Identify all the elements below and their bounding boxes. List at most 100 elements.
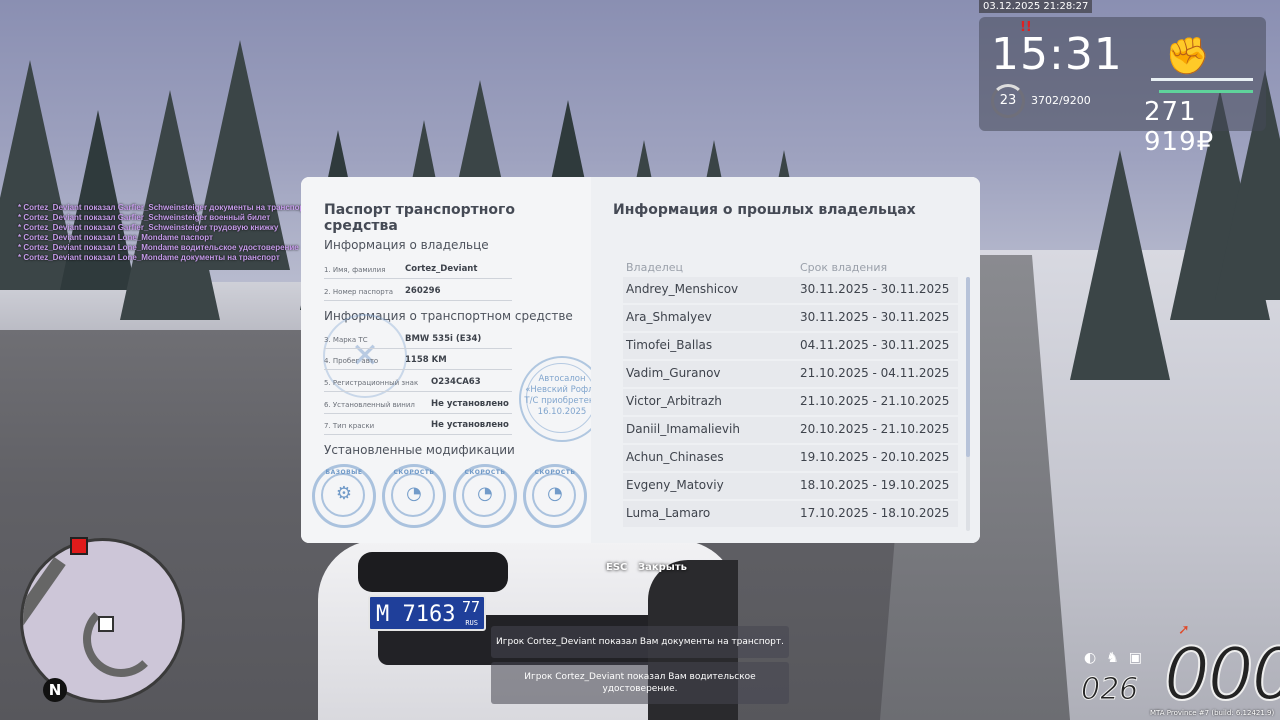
chat-log: * Cortez_Deviant показал Garfier_Schwein… [18, 203, 308, 263]
mod-stamp-speed: СКОРОСТЬ ◔ [453, 464, 517, 528]
table-row[interactable]: Ara_Shmalyev 30.11.2025 - 30.11.2025 [623, 305, 958, 331]
owner-name: Luma_Lamaro [626, 506, 711, 520]
mods-section-title: Установленные модификации [324, 443, 515, 457]
vehicle-passport-dialog: Паспорт транспортного средства Информаци… [301, 177, 980, 543]
esc-key-hint[interactable]: ESC [606, 562, 627, 573]
passport-panel: Паспорт транспортного средства Информаци… [301, 177, 605, 543]
car-grille [358, 552, 508, 592]
ownership-period: 21.10.2025 - 21.10.2025 [800, 394, 950, 408]
ownership-period: 20.10.2025 - 21.10.2025 [800, 422, 950, 436]
mod-stamp-basic: БАЗОВЫЕ ⚙ [312, 464, 376, 528]
mod-label: СКОРОСТЬ [464, 469, 506, 476]
registration-row: 5. Регистрационный знак О234СА63 [324, 377, 512, 392]
armor-bar [1159, 90, 1253, 93]
notification: Игрок Cortez_Deviant показал Вам докумен… [491, 626, 789, 658]
chat-line: * Cortez_Deviant показал Lone_Mondame до… [18, 253, 280, 262]
ownership-period: 19.10.2025 - 20.10.2025 [800, 450, 950, 464]
table-row[interactable]: Andrey_Menshicov 30.11.2025 - 30.11.2025 [623, 277, 958, 303]
vehicle-model-row: 3. Марка ТС BMW 535i (E34) [324, 334, 512, 349]
vehicle-status-icons: ◐ ♞ ▣ [1084, 650, 1152, 666]
player-hud: !! 15:31 23 3702/9200 ✊ 271 919₽ [979, 17, 1266, 157]
paint-value: Не установлено [431, 420, 509, 430]
owner-name: Victor_Arbitrazh [626, 394, 722, 408]
notification: Игрок Cortez_Deviant показал Вам водител… [491, 662, 789, 704]
speed-readout: 000 [1163, 631, 1280, 717]
vehicle-model-value: BMW 535i (E34) [405, 334, 482, 344]
mileage-value: 1158 KM [405, 355, 447, 365]
owner-name: Ara_Shmalyev [626, 310, 712, 324]
minimap-road [83, 601, 159, 677]
table-row[interactable]: Evgeny_Matoviy 18.10.2025 - 19.10.2025 [623, 473, 958, 499]
table-row[interactable]: Victor_Arbitrazh 21.10.2025 - 21.10.2025 [623, 389, 958, 415]
health-bar [1151, 78, 1253, 81]
table-row[interactable]: Vadim_Guranov 21.10.2025 - 04.11.2025 [623, 361, 958, 387]
column-header-period: Срок владения [800, 261, 888, 274]
row-label: 7. Тип краски [324, 422, 375, 430]
passport-number-value: 260296 [405, 286, 441, 296]
build-info: MTA Province #7 (build: 6.12421.9) [1150, 709, 1275, 717]
owner-name-row: 1. Имя, фамилия Cortez_Deviant [324, 264, 512, 279]
north-indicator: N [43, 678, 67, 702]
table-row[interactable]: Timofei_Ballas 04.11.2025 - 30.11.2025 [623, 333, 958, 359]
table-row[interactable]: Luma_Lamaro 17.10.2025 - 18.10.2025 [623, 501, 958, 527]
speedometer-icon: ◔ [406, 483, 422, 504]
owner-name: Achun_Chinases [626, 450, 724, 464]
gear-icon: ⚙ [335, 483, 353, 504]
owners-title: Информация о прошлых владельцах [613, 202, 916, 218]
chat-line: * Cortez_Deviant показал Garfier_Schwein… [18, 203, 309, 212]
headlights-icon: ◐ [1084, 650, 1101, 666]
owner-name: Timofei_Ballas [626, 338, 713, 352]
minimap [20, 538, 185, 703]
plate-country: RUS [465, 619, 478, 627]
owner-name: Vadim_Guranov [626, 366, 721, 380]
chat-line: * Cortez_Deviant показал Lone_Mondame па… [18, 233, 213, 242]
passport-number-row: 2. Номер паспорта 260296 [324, 286, 512, 301]
tree [1070, 150, 1170, 380]
owner-section-title: Информация о владельце [324, 238, 489, 252]
paint-row: 7. Тип краски Не установлено [324, 420, 512, 435]
plate-number: М 7163 [376, 602, 456, 627]
row-label: 3. Марка ТС [324, 336, 368, 344]
chat-line: * Cortez_Deviant показал Garfier_Schwein… [18, 213, 271, 222]
chat-line: * Cortez_Deviant показал Lone_Mondame во… [18, 243, 299, 252]
engine-icon: ▣ [1128, 650, 1147, 666]
owner-name: Evgeny_Matoviy [626, 478, 724, 492]
money-balance: 271 919₽ [1144, 97, 1215, 157]
row-label: 5. Регистрационный знак [324, 379, 419, 387]
owner-name: Andrey_Menshicov [626, 282, 739, 296]
owners-scrollbar[interactable] [966, 277, 970, 531]
row-label: 1. Имя, фамилия [324, 266, 386, 274]
seatbelt-icon: ♞ [1106, 650, 1123, 666]
level-indicator: 23 [991, 84, 1025, 118]
row-label: 6. Установленный винил [324, 401, 415, 409]
player-marker-icon [98, 616, 114, 632]
fist-icon: ✊ [1165, 36, 1210, 77]
ownership-period: 04.11.2025 - 30.11.2025 [800, 338, 950, 352]
ownership-period: 17.10.2025 - 18.10.2025 [800, 506, 950, 520]
mileage-row: 4. Пробег авто 1158 KM [324, 355, 512, 370]
row-label: 4. Пробег авто [324, 357, 379, 365]
speedometer-icon: ◔ [477, 483, 493, 504]
vinyl-row: 6. Установленный винил Не установлено [324, 399, 512, 414]
fuel-readout: 026 [1080, 672, 1139, 708]
owner-name: Daniil_Imamalievih [626, 422, 740, 436]
plate-region: 77 [461, 598, 480, 616]
mod-stamp-speed: СКОРОСТЬ ◔ [523, 464, 587, 528]
waypoint-marker-icon [70, 537, 88, 555]
license-plate: М 7163 77 RUS [368, 595, 486, 631]
row-label: 2. Номер паспорта [324, 288, 394, 296]
scrollbar-thumb[interactable] [966, 277, 970, 457]
game-time: 15:31 [991, 29, 1123, 80]
close-button[interactable]: Закрыть [638, 562, 687, 573]
registration-value: О234СА63 [431, 377, 481, 387]
ownership-period: 21.10.2025 - 04.11.2025 [800, 366, 950, 380]
server-datetime: 03.12.2025 21:28:27 [979, 0, 1093, 13]
ownership-period: 18.10.2025 - 19.10.2025 [800, 478, 950, 492]
experience-counter: 3702/9200 [1031, 94, 1091, 107]
table-row[interactable]: Achun_Chinases 19.10.2025 - 20.10.2025 [623, 445, 958, 471]
ownership-period: 30.11.2025 - 30.11.2025 [800, 282, 950, 296]
mod-label: БАЗОВЫЕ [325, 469, 363, 476]
owner-name-value: Cortez_Deviant [405, 264, 478, 274]
table-row[interactable]: Daniil_Imamalievih 20.10.2025 - 21.10.20… [623, 417, 958, 443]
mod-label: СКОРОСТЬ [393, 469, 435, 476]
